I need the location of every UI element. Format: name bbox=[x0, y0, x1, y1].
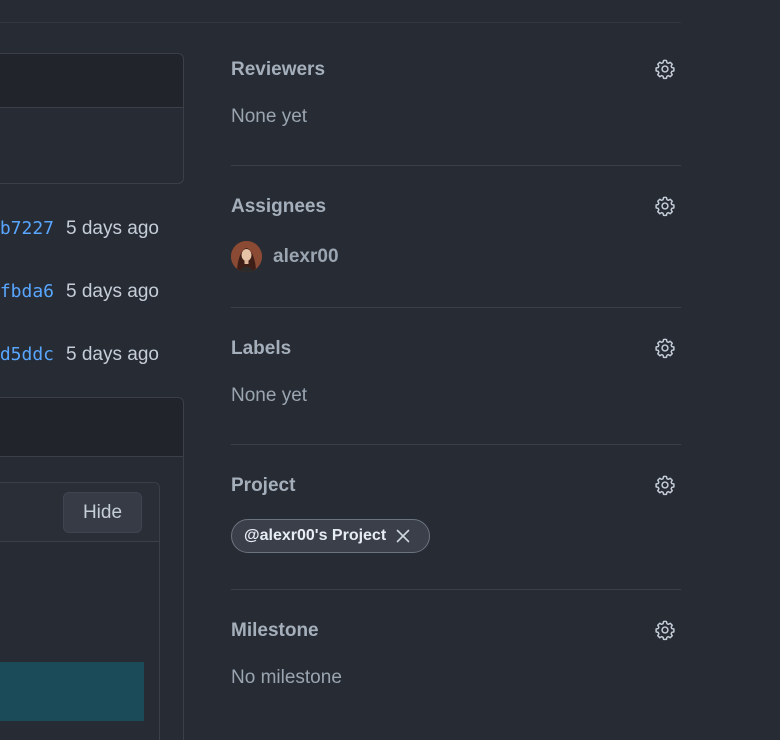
gear-icon[interactable] bbox=[653, 194, 677, 218]
checks-panel-header: Hide bbox=[0, 483, 159, 542]
commit-sha-link[interactable]: fbda6 bbox=[0, 280, 54, 304]
commit-age: 5 days ago bbox=[66, 344, 159, 365]
divider bbox=[231, 165, 681, 166]
gear-icon[interactable] bbox=[653, 618, 677, 642]
timeline-box-header bbox=[0, 54, 183, 108]
milestone-title: Milestone bbox=[231, 620, 319, 641]
assignees-title: Assignees bbox=[231, 196, 327, 217]
status-highlight-bar bbox=[0, 662, 144, 721]
project-title: Project bbox=[231, 475, 296, 496]
divider bbox=[231, 444, 681, 445]
divider bbox=[231, 589, 681, 590]
reviewers-empty: None yet bbox=[231, 106, 308, 127]
avatar bbox=[231, 241, 262, 272]
gear-icon[interactable] bbox=[653, 57, 677, 81]
checks-box-header bbox=[0, 398, 183, 457]
assignee-login[interactable]: alexr00 bbox=[273, 245, 339, 269]
assignee-item[interactable]: alexr00 bbox=[231, 241, 339, 272]
project-chip-label: @alexr00's Project bbox=[244, 527, 387, 544]
labels-empty: None yet bbox=[231, 385, 308, 406]
commit-sha-link[interactable]: d5ddc bbox=[0, 343, 54, 367]
close-icon[interactable] bbox=[395, 528, 411, 544]
timeline-box bbox=[0, 53, 184, 184]
commit-age: 5 days ago bbox=[66, 281, 159, 302]
pr-sidebar: Reviewers None yet Assignees alexr00 Lab… bbox=[231, 0, 681, 740]
project-chip[interactable]: @alexr00's Project bbox=[231, 519, 431, 553]
pull-request-page: b7227 5 days ago fbda6 5 days ago d5ddc … bbox=[0, 0, 780, 740]
gear-icon[interactable] bbox=[653, 336, 677, 360]
milestone-empty: No milestone bbox=[231, 667, 342, 688]
reviewers-title: Reviewers bbox=[231, 59, 326, 80]
commit-sha-link[interactable]: b7227 bbox=[0, 217, 54, 241]
labels-title: Labels bbox=[231, 338, 292, 359]
gear-icon[interactable] bbox=[653, 473, 677, 497]
divider bbox=[231, 307, 681, 308]
hide-button[interactable]: Hide bbox=[63, 492, 142, 533]
commit-age: 5 days ago bbox=[66, 218, 159, 239]
